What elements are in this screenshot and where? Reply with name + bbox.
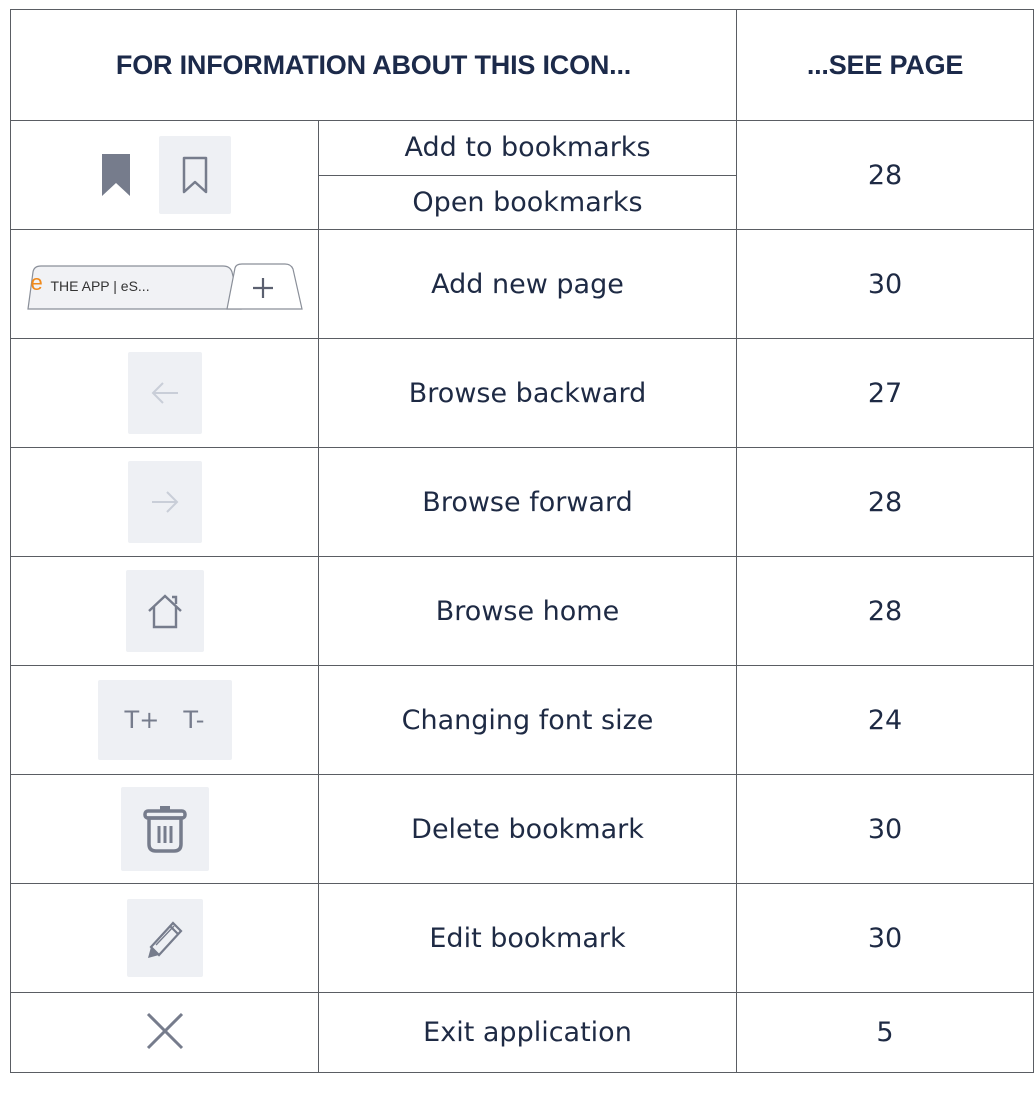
- pencil-icon: [147, 921, 183, 958]
- description-cell: Delete bookmark: [317, 774, 738, 884]
- table-row: Edit bookmark 30: [10, 883, 1035, 993]
- font-increase-icon: T+: [124, 706, 160, 734]
- page-number: 28: [736, 556, 1035, 666]
- icon-cell: [10, 447, 319, 557]
- arrow-right-icon-box: [127, 461, 202, 543]
- icon-cell: [10, 992, 319, 1073]
- table-row: Exit application 5: [10, 992, 1035, 1073]
- arrow-left-icon: [151, 382, 178, 404]
- icon-cell: T+ T-: [10, 665, 319, 775]
- icon-cell: [10, 338, 319, 448]
- bookmark-filled-icon: [101, 154, 130, 196]
- app-logo-letter: e: [30, 270, 43, 295]
- arrow-right-icon: [151, 491, 178, 513]
- home-icon: [147, 594, 182, 629]
- page-number: 28: [736, 447, 1035, 557]
- arrow-left-icon-box: [127, 352, 202, 434]
- page-number: 30: [736, 229, 1035, 339]
- page-number: 27: [736, 338, 1035, 448]
- pencil-icon-box: [126, 899, 203, 977]
- table-row: Browse forward 28: [10, 447, 1035, 557]
- table-row: Delete bookmark 30: [10, 774, 1035, 884]
- new-tab-plus-icon: [225, 263, 303, 310]
- browser-tabs-illustration: e THE APP | eS...: [26, 258, 303, 310]
- description-cell: Changing font size: [317, 665, 738, 775]
- table-header-row: FOR INFORMATION ABOUT THIS ICON... ...SE…: [9, 9, 1035, 121]
- icon-cell: e THE APP | eS...: [10, 229, 319, 339]
- tab-title: THE APP | eS...: [50, 278, 150, 294]
- bookmark-outline-icon: [182, 156, 207, 194]
- description-cell: Browse backward: [317, 338, 738, 448]
- page-number: 30: [736, 883, 1035, 993]
- table-row: e THE APP | eS... Add new page 30: [10, 229, 1035, 339]
- description-open-bookmarks: Open bookmarks: [412, 186, 643, 218]
- page-number: 24: [736, 665, 1035, 775]
- trash-icon-box: [120, 787, 209, 871]
- trash-icon: [142, 806, 187, 853]
- table-row: T+ T- Changing font size 24: [10, 665, 1035, 775]
- page-column-header: ...SEE PAGE: [736, 9, 1035, 121]
- description-cell: Add new page: [317, 229, 738, 339]
- icon-reference-table: FOR INFORMATION ABOUT THIS ICON... ...SE…: [9, 9, 1035, 1073]
- page-number: 28: [736, 120, 1035, 230]
- home-icon-box: [125, 570, 204, 652]
- icon-column-header: FOR INFORMATION ABOUT THIS ICON...: [9, 9, 738, 121]
- icon-cell: [10, 556, 319, 666]
- icon-cell: [10, 774, 319, 884]
- description-add-bookmarks: Add to bookmarks: [319, 121, 737, 176]
- table-row: Browse home 28: [10, 556, 1035, 666]
- page-number: 5: [736, 992, 1035, 1073]
- description-cell: Browse home: [317, 556, 738, 666]
- table-row: Add to bookmarks Open bookmarks 28: [10, 120, 1035, 230]
- icon-cell: [10, 883, 319, 993]
- font-decrease-icon: T-: [183, 706, 205, 734]
- font-size-icons-box: T+ T-: [97, 680, 232, 760]
- icon-cell: [10, 120, 319, 230]
- description-cell: Edit bookmark: [317, 883, 738, 993]
- page-number: 30: [736, 774, 1035, 884]
- description-cell: Exit application: [317, 992, 738, 1073]
- table-row: Browse backward 27: [10, 338, 1035, 448]
- bookmark-outline-icon-box: [158, 136, 231, 214]
- description-cell: Add to bookmarks Open bookmarks: [317, 120, 738, 230]
- description-cell: Browse forward: [317, 447, 738, 557]
- close-icon: [146, 1012, 183, 1049]
